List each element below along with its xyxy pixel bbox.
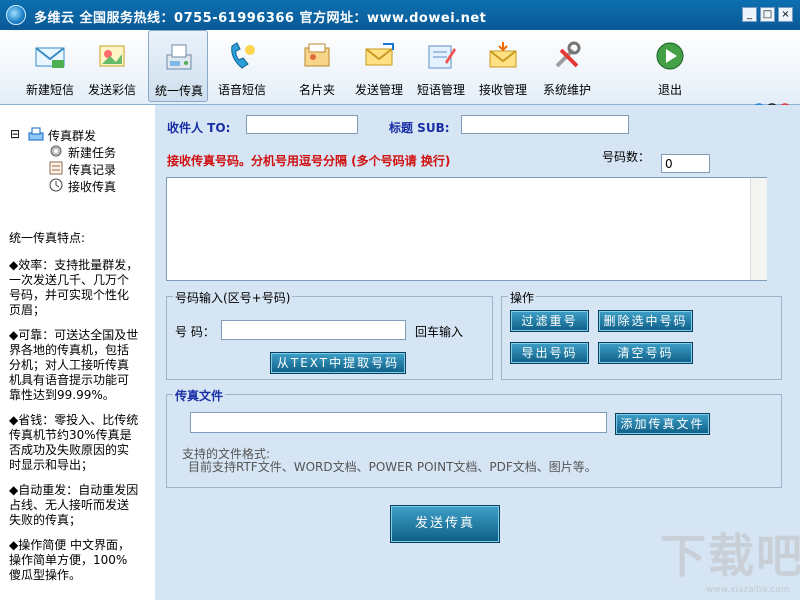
export-numbers-button[interactable]: 导出号码: [510, 342, 589, 364]
fax-file-input[interactable]: [190, 412, 607, 433]
send-fax-button[interactable]: 发送传真: [390, 505, 500, 543]
delete-selected-button[interactable]: 删除选中号码: [598, 310, 693, 332]
feature-auto-resend: ◆自动重发：自动重发因占线、无人接听而发送失败的传真；: [9, 483, 139, 527]
receive-fax-icon: [49, 178, 63, 192]
toolbar-label: 新建短信: [25, 83, 74, 97]
watermark-logo: 下载吧: [660, 529, 800, 583]
toolbar-exit[interactable]: 退出: [640, 30, 700, 102]
send-mms-icon: [99, 45, 125, 67]
toolbar-label: 短语管理: [416, 83, 465, 97]
fax-file-group: 传真文件 添加传真文件 支持的文件格式: 目前支持RTF文件、WORD文档、PO…: [166, 387, 782, 488]
left-panel: ⊟ 传真群发 新建任务 传真记录 接收传真 统一传真特点: ◆效率：支持批量群发…: [0, 105, 156, 600]
clear-numbers-button[interactable]: 清空号码: [598, 342, 693, 364]
enter-to-input-hint: 回车输入: [415, 325, 464, 339]
toolbar-receive-manage[interactable]: 接收管理: [473, 30, 533, 102]
add-fax-file-button[interactable]: 添加传真文件: [615, 413, 710, 435]
minimize-button[interactable]: _: [742, 7, 757, 22]
tree-item-fax-record[interactable]: 传真记录: [68, 161, 116, 178]
fax-group-icon: [28, 127, 44, 141]
close-button[interactable]: ×: [778, 7, 793, 22]
feature-reliable: ◆可靠：可送达全国及世界各地的传真机，包括分机；对人工接听传真机具有语音提示功能…: [9, 328, 139, 402]
exit-icon: [656, 42, 684, 70]
toolbar-phrase-manage[interactable]: 短语管理: [411, 30, 471, 102]
numbers-scrollbar[interactable]: [750, 178, 767, 280]
operations-group: 操作 过滤重号 删除选中号码 导出号码 清空号码: [501, 289, 782, 380]
system-maintenance-icon: [555, 41, 581, 68]
toolbar-unified-fax[interactable]: 统一传真: [148, 30, 208, 102]
feature-easy: ◆操作简便 中文界面，操作简单方便，100%傻瓜型操作。: [9, 538, 131, 582]
fax-icon: [166, 44, 192, 70]
tree-root-fax-broadcast[interactable]: 传真群发: [48, 127, 96, 144]
main-toolbar: 新建短信 发送彩信 统一传真 语音短信 名片夹 发送管理 短语管理 接收管理 系…: [0, 30, 800, 119]
maximize-button[interactable]: □: [760, 7, 775, 22]
phrase-manage-icon: [428, 45, 456, 69]
new-sms-icon: [35, 47, 65, 68]
voice-sms-icon: [231, 42, 255, 69]
title-bar: 多维云 全国服务热线：0755-61996366 官方网址：www.dowei.…: [0, 0, 800, 30]
subject-label: 标题 SUB:: [389, 121, 450, 135]
toolbar-send-manage[interactable]: 发送管理: [349, 30, 409, 102]
receive-number-hint: 接收传真号码。分机号用逗号分隔 (多个号码请 换行): [167, 154, 451, 168]
toolbar-label: 退出: [657, 83, 682, 97]
toolbar-new-sms[interactable]: 新建短信: [20, 30, 80, 102]
number-count-label: 号码数：: [602, 150, 651, 164]
number-input[interactable]: [221, 320, 406, 340]
toolbar-cardholder[interactable]: 名片夹: [287, 30, 347, 102]
tree-item-new-task[interactable]: 新建任务: [68, 144, 116, 161]
number-input-group-title: 号码输入(区号+号码): [173, 289, 293, 306]
toolbar-label: 接收管理: [478, 83, 527, 97]
fax-record-icon: [49, 161, 63, 175]
recipient-label: 收件人 TO:: [167, 121, 231, 135]
filter-duplicates-button[interactable]: 过滤重号: [510, 310, 589, 332]
supported-formats-text: 目前支持RTF文件、WORD文档、POWER POINT文档、PDF文档、图片等…: [188, 460, 597, 474]
toolbar-voice-sms[interactable]: 语音短信: [212, 30, 272, 102]
tree-item-receive-fax[interactable]: 接收传真: [68, 178, 116, 195]
fax-numbers-textarea[interactable]: [166, 177, 767, 281]
toolbar-label: 发送彩信: [87, 83, 136, 97]
watermark-url: www.xiazaiba.com: [706, 585, 790, 595]
toolbar-label: 发送管理: [354, 83, 403, 97]
receive-manage-icon: [489, 42, 517, 68]
toolbar-label: 语音短信: [217, 83, 266, 97]
number-count-field: [661, 154, 710, 173]
tree-collapse-icon[interactable]: ⊟: [10, 127, 20, 141]
toolbar-system-maintenance[interactable]: 系统维护: [537, 30, 597, 102]
new-task-icon: [50, 145, 62, 157]
recipient-input[interactable]: [246, 115, 358, 134]
number-input-group: 号码输入(区号+号码) 号 码： 回车输入 从TEXT中提取号码: [166, 289, 493, 380]
window-title: 多维云 全国服务热线：0755-61996366 官方网址：www.dowei.…: [34, 11, 487, 26]
extract-from-text-button[interactable]: 从TEXT中提取号码: [270, 352, 406, 374]
fax-file-group-title: 传真文件: [173, 387, 226, 404]
toolbar-label: 系统维护: [542, 83, 591, 97]
features-heading: 统一传真特点:: [9, 231, 86, 245]
toolbar-send-mms[interactable]: 发送彩信: [82, 30, 142, 102]
toolbar-label: 统一传真: [154, 84, 203, 98]
feature-saving: ◆省钱：零投入、比传统传真机节约30%传真是否成功及失败原因的实时显示和导出；: [9, 413, 139, 472]
app-logo-icon: [6, 5, 26, 25]
send-manage-icon: [365, 43, 394, 66]
cardholder-icon: [304, 43, 330, 67]
operations-group-title: 操作: [508, 289, 537, 306]
toolbar-label: 名片夹: [298, 83, 335, 97]
subject-input[interactable]: [461, 115, 629, 134]
feature-efficiency: ◆效率：支持批量群发，一次发送几千、几万个号码，并可实现个性化页眉；: [9, 258, 139, 317]
features-description: 统一传真特点: ◆效率：支持批量群发，一次发送几千、几万个号码，并可实现个性化页…: [9, 231, 139, 593]
number-label: 号 码：: [175, 325, 215, 339]
